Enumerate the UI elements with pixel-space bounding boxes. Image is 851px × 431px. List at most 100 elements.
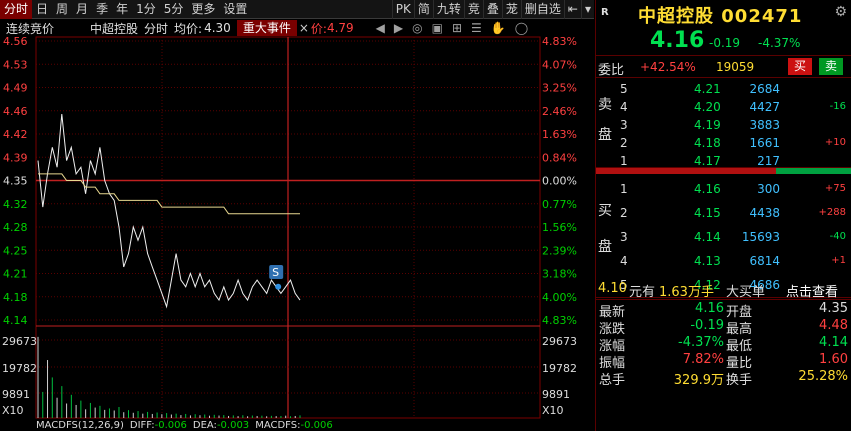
- stat-value: 7.82%: [682, 352, 724, 367]
- volume-tick-label: 19782: [2, 362, 37, 375]
- stat-value: -0.19: [690, 318, 724, 333]
- stat-value: 4.16: [695, 301, 724, 316]
- tab-year[interactable]: 年: [112, 0, 132, 19]
- eye-icon[interactable]: ◎: [412, 21, 422, 35]
- tab-day[interactable]: 日: [32, 0, 52, 19]
- volume-tick-label: 9891: [542, 388, 570, 401]
- ask-volume: 4427: [749, 100, 780, 114]
- tab-5min[interactable]: 5分: [160, 0, 188, 19]
- major-event-tag[interactable]: 重大事件: [236, 20, 297, 36]
- avg-price-line: [38, 173, 300, 215]
- big-order-type: 大买单: [726, 285, 766, 300]
- ask-level: 2: [620, 136, 628, 150]
- chart-frame: [35, 36, 541, 419]
- bid-level: 4: [620, 254, 628, 268]
- tab-settings[interactable]: 设置: [219, 0, 251, 19]
- ask-level: 5: [620, 82, 628, 96]
- ask-level: 3: [620, 118, 628, 132]
- tab-1min[interactable]: 1分: [132, 0, 160, 19]
- macd-dea-label: DEA:: [192, 421, 217, 431]
- stat-value: 25.28%: [798, 369, 848, 384]
- bid-price: 4.16: [694, 182, 721, 196]
- stats-row: 涨跌 -0.19 最高 4.48: [596, 318, 851, 337]
- tab-quarter[interactable]: 季: [92, 0, 112, 19]
- auction-button[interactable]: 竞: [463, 0, 483, 19]
- margin-badge: R: [601, 7, 609, 18]
- sell-button[interactable]: 卖: [819, 58, 843, 75]
- price-tick-label: 4.35: [3, 175, 28, 188]
- signal-marker: [269, 265, 284, 279]
- collapse-icon[interactable]: ⇤: [563, 0, 581, 19]
- pk-button[interactable]: PK: [391, 0, 414, 19]
- bid-level: 1: [620, 182, 628, 196]
- quote-title-row: R 中超控股 002471 ⚙: [596, 0, 851, 27]
- prev-icon[interactable]: ◀: [376, 21, 385, 35]
- tab-week[interactable]: 周: [52, 0, 72, 19]
- hand-icon[interactable]: ✋: [491, 21, 506, 35]
- quote-price-row: 4.16 -0.19 -4.37%: [596, 26, 851, 56]
- stat-value: -4.37%: [678, 335, 724, 350]
- price-tick-label: 4.21: [3, 268, 28, 281]
- macd-label: MACDFS(12,26,9): [36, 421, 124, 431]
- price-tick-label: 4.53: [3, 58, 28, 71]
- tool-button[interactable]: 茏: [501, 0, 521, 19]
- big-order-row[interactable]: 4.10 元有 1.63万手 大买单 点击查看: [596, 278, 851, 300]
- volume-tick-label: 9891: [2, 388, 30, 401]
- avg-price-label: 均价:: [174, 21, 203, 36]
- pct-tick-label: 2.39%: [542, 244, 577, 257]
- tab-month[interactable]: 月: [72, 0, 92, 19]
- close-icon[interactable]: ×: [299, 21, 309, 35]
- overlay-button[interactable]: 叠: [482, 0, 502, 19]
- layers-icon[interactable]: ▣: [432, 21, 443, 35]
- order-ratio-row: 委比 +42.54% 19059 买 卖: [596, 56, 851, 78]
- bid-delta: -40: [829, 231, 846, 242]
- view-link[interactable]: 点击查看: [786, 281, 838, 300]
- pct-tick-label: 3.18%: [542, 268, 577, 281]
- nine-turn-button[interactable]: 九转: [432, 0, 464, 19]
- dropdown-icon[interactable]: ▾: [580, 0, 594, 19]
- period-toolbar: 分时 日 周 月 季 年 1分 5分 更多 设置 PK 简 九转 竞 叠 茏 删…: [0, 0, 594, 19]
- stock-title: 中超控股 002471: [638, 6, 803, 27]
- bid-volume: 15693: [741, 230, 780, 244]
- tab-more[interactable]: 更多: [187, 0, 219, 19]
- macd-dif-value: -0.006: [154, 421, 187, 431]
- avg-price-value: 4.30: [204, 21, 231, 35]
- buy-button[interactable]: 买: [788, 58, 812, 75]
- stats-row: 最新 4.16 开盘 4.35: [596, 301, 851, 320]
- signal-marker-label: S: [272, 266, 279, 279]
- price-label: 价:: [310, 21, 327, 36]
- order-ratio-diff: 19059: [716, 60, 755, 74]
- basket-icon[interactable]: ⊞: [452, 21, 462, 35]
- ask-volume: 3883: [749, 118, 780, 132]
- pct-tick-label: 2.46%: [542, 105, 577, 118]
- bid-row[interactable]: 1 4.16 300 +75: [596, 178, 851, 201]
- bid-price: 4.13: [694, 254, 721, 268]
- ring-icon[interactable]: ◯: [515, 21, 528, 35]
- macd-indicator-bar: MACDFS(12,26,9) DIFF: -0.006 DEA: -0.003…: [36, 421, 594, 431]
- volume-tick-label: X10: [2, 404, 24, 417]
- bid-row[interactable]: 4 4.13 6814 +1: [596, 250, 851, 273]
- tab-intraday[interactable]: 分时: [0, 0, 33, 19]
- simple-button[interactable]: 简: [413, 0, 433, 19]
- gear-icon[interactable]: ⚙: [834, 4, 847, 20]
- ask-price: 4.17: [694, 154, 721, 168]
- ask-price: 4.18: [694, 136, 721, 150]
- volume-tick-label: 19782: [542, 362, 577, 375]
- bid-row[interactable]: 2 4.15 4438 +288: [596, 202, 851, 225]
- price-tick-label: 4.25: [3, 244, 28, 257]
- stat-label: 换手: [726, 373, 753, 388]
- list-icon[interactable]: ☰: [471, 21, 482, 35]
- next-icon[interactable]: ▶: [394, 21, 403, 35]
- stats-row: 涨幅 -4.37% 最低 4.14: [596, 335, 851, 354]
- stock-name: 中超控股: [90, 21, 139, 36]
- order-ratio-value: +42.54%: [640, 60, 696, 74]
- bid-row[interactable]: 3 4.14 15693 -40: [596, 226, 851, 249]
- ask-delta: -16: [829, 101, 846, 112]
- quote-panel: R 中超控股 002471 ⚙ 4.16 -0.19 -4.37% 委比 +42…: [595, 0, 851, 431]
- price-tick-label: 4.39: [3, 151, 28, 164]
- stat-value: 4.14: [819, 335, 848, 350]
- bid-delta: +288: [818, 207, 846, 218]
- intraday-chart[interactable]: 4.56 4.83%4.53 4.07%4.49 3.25%4.46 2.46%4.42…: [0, 0, 594, 431]
- remove-watchlist-button[interactable]: 删自选: [520, 0, 564, 19]
- ask-side: 卖 盘 5 4.21 2684 4 4.20 4427 -16 3 4.19 3883 2 4.18 1…: [596, 78, 851, 168]
